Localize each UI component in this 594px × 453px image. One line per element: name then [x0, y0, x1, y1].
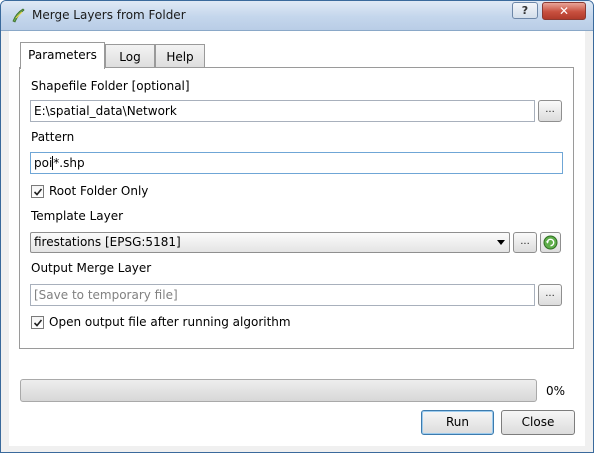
close-title-button[interactable]: ✕ — [542, 2, 586, 20]
template-layer-browse-button[interactable]: ... — [513, 232, 537, 253]
checkmark-icon — [33, 319, 43, 327]
close-button[interactable]: Close — [501, 410, 575, 435]
shapefile-folder-browse-button[interactable]: ... — [538, 100, 562, 122]
dialog-window: Merge Layers from Folder ? ✕ Parameters … — [0, 0, 594, 453]
qgis-app-icon — [12, 8, 25, 23]
open-output-label[interactable]: Open output file after running algorithm — [49, 315, 291, 329]
progress-bar — [20, 379, 537, 402]
output-placeholder-text: [Save to temporary file] — [34, 288, 178, 302]
output-merge-layer-browse-button[interactable]: ... — [538, 284, 562, 306]
chevron-down-icon — [497, 240, 505, 245]
pattern-text-before-caret: poi — [34, 156, 53, 170]
template-layer-label: Template Layer — [31, 209, 124, 223]
pattern-input[interactable]: poi*.shp — [30, 152, 563, 174]
pattern-text-after-caret: *.shp — [53, 156, 85, 170]
progress-percent-text: 0% — [546, 384, 566, 398]
shapefile-folder-label: Shapefile Folder [optional] — [31, 79, 190, 93]
tab-help[interactable]: Help — [155, 44, 205, 69]
output-merge-layer-input[interactable]: [Save to temporary file] — [30, 284, 535, 306]
help-title-button[interactable]: ? — [512, 2, 538, 19]
title-bar[interactable]: Merge Layers from Folder ? ✕ — [1, 1, 593, 31]
template-layer-selected-value: firestations [EPSG:5181] — [34, 235, 181, 249]
root-folder-only-checkbox[interactable] — [31, 185, 44, 198]
shapefile-folder-input[interactable]: E:\spatial_data\Network — [30, 100, 535, 122]
root-folder-only-label[interactable]: Root Folder Only — [49, 184, 148, 198]
tab-parameters[interactable]: Parameters — [20, 42, 105, 69]
template-layer-select[interactable]: firestations [EPSG:5181] — [30, 232, 510, 253]
checkmark-icon — [33, 188, 43, 196]
run-button[interactable]: Run — [421, 410, 494, 435]
output-merge-layer-label: Output Merge Layer — [31, 261, 152, 275]
window-title: Merge Layers from Folder — [32, 8, 186, 22]
refresh-icon — [543, 235, 558, 250]
pattern-label: Pattern — [31, 130, 75, 144]
tab-log[interactable]: Log — [105, 44, 155, 69]
open-output-checkbox[interactable] — [31, 316, 44, 329]
template-layer-refresh-button[interactable] — [540, 232, 561, 253]
